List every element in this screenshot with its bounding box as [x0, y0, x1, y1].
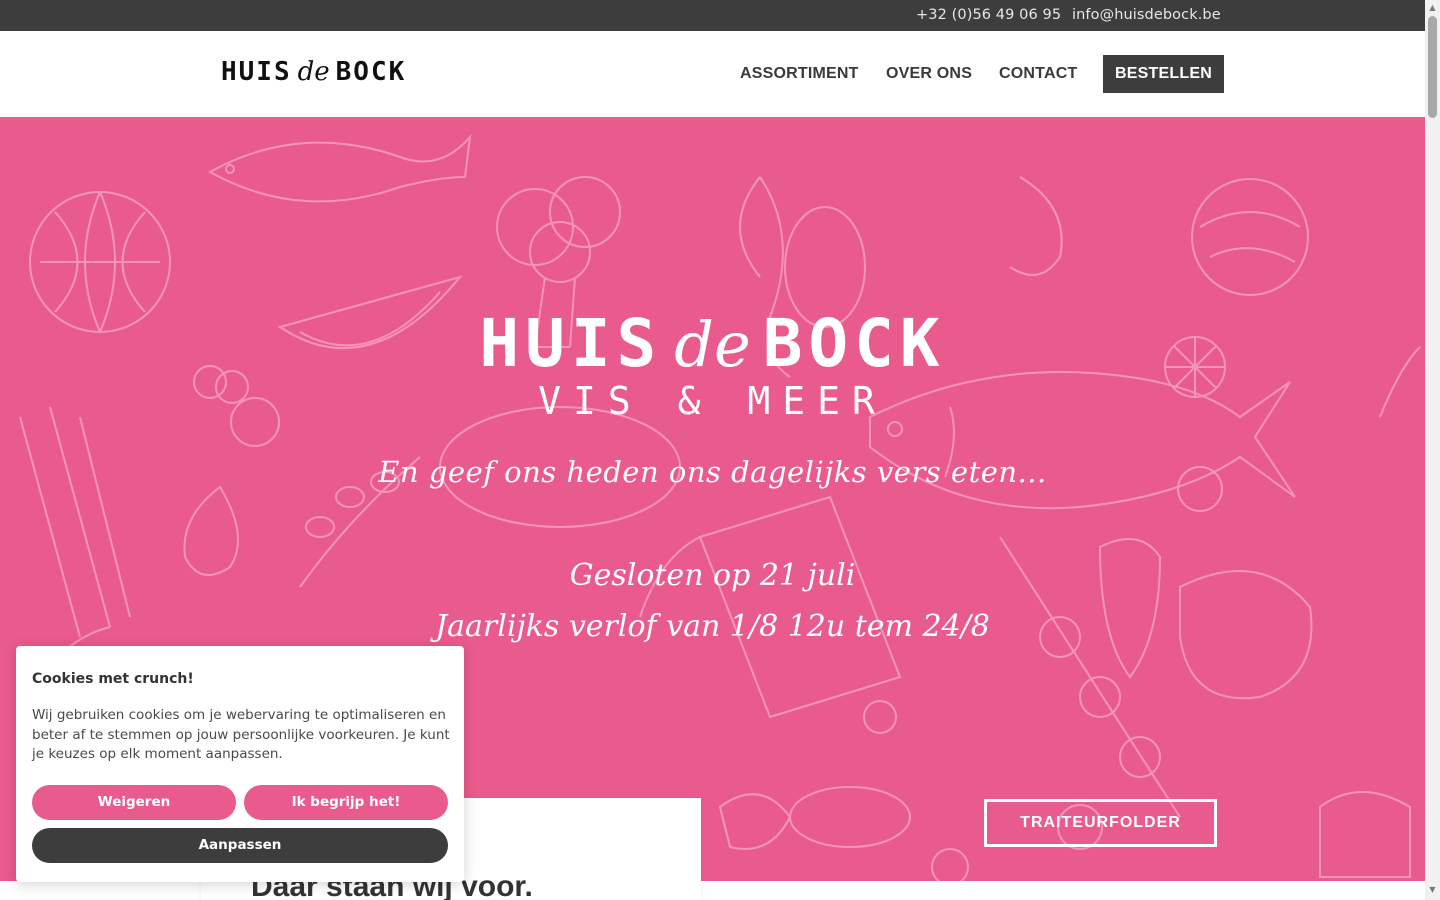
cookie-reject-button[interactable]: Weigeren: [32, 785, 236, 820]
hero-title-de: de: [674, 308, 751, 381]
hero-title: HUIS de BOCK: [0, 305, 1425, 382]
scrollbar-thumb[interactable]: [1428, 16, 1437, 118]
cookie-title: Cookies met crunch!: [32, 671, 194, 687]
site-logo[interactable]: HUIS de BOCK: [221, 57, 406, 91]
nav-over-ons[interactable]: OVER ONS: [886, 65, 972, 83]
scroll-down-arrow-icon[interactable]: ▼: [1428, 886, 1437, 894]
cookie-customize-button[interactable]: Aanpassen: [32, 828, 448, 863]
page-scrollbar[interactable]: ▲ ▼: [1425, 0, 1440, 900]
cookie-accept-button[interactable]: Ik begrijp het!: [244, 785, 448, 820]
logo-part-de: de: [297, 57, 330, 87]
traiteurfolder-button[interactable]: TRAITEURFOLDER: [984, 799, 1217, 847]
site-header: HUIS de BOCK ASSORTIMENT OVER ONS CONTACT …: [0, 31, 1425, 117]
hero-title-bock: BOCK: [762, 305, 946, 382]
nav-assortiment[interactable]: ASSORTIMENT: [740, 65, 859, 83]
phone-link[interactable]: +32 (0)56 49 06 95: [916, 7, 1061, 23]
nav-contact[interactable]: CONTACT: [999, 65, 1077, 83]
email-link[interactable]: info@huisdebock.be: [1072, 7, 1221, 23]
logo-part-bock: BOCK: [335, 57, 407, 87]
order-button[interactable]: BESTELLEN: [1103, 55, 1224, 93]
logo-part-huis: HUIS: [221, 57, 292, 87]
top-contact-bar: +32 (0)56 49 06 95 info@huisdebock.be: [0, 0, 1425, 31]
cookie-text: Wij gebruiken cookies om je webervaring …: [32, 707, 450, 762]
scroll-up-arrow-icon[interactable]: ▲: [1428, 4, 1437, 12]
hero-tagline: En geef ons heden ons dagelijks vers ete…: [378, 455, 1047, 489]
holiday-notice: Jaarlijks verlof van 1/8 12u tem 24/8: [435, 609, 990, 644]
hero-title-huis: HUIS: [479, 305, 663, 382]
cookie-consent-dialog: Cookies met crunch! Wij gebruiken cookie…: [16, 646, 464, 882]
closing-notice: Gesloten op 21 juli: [569, 558, 856, 593]
hero-subtitle: VIS & MEER: [538, 379, 887, 423]
